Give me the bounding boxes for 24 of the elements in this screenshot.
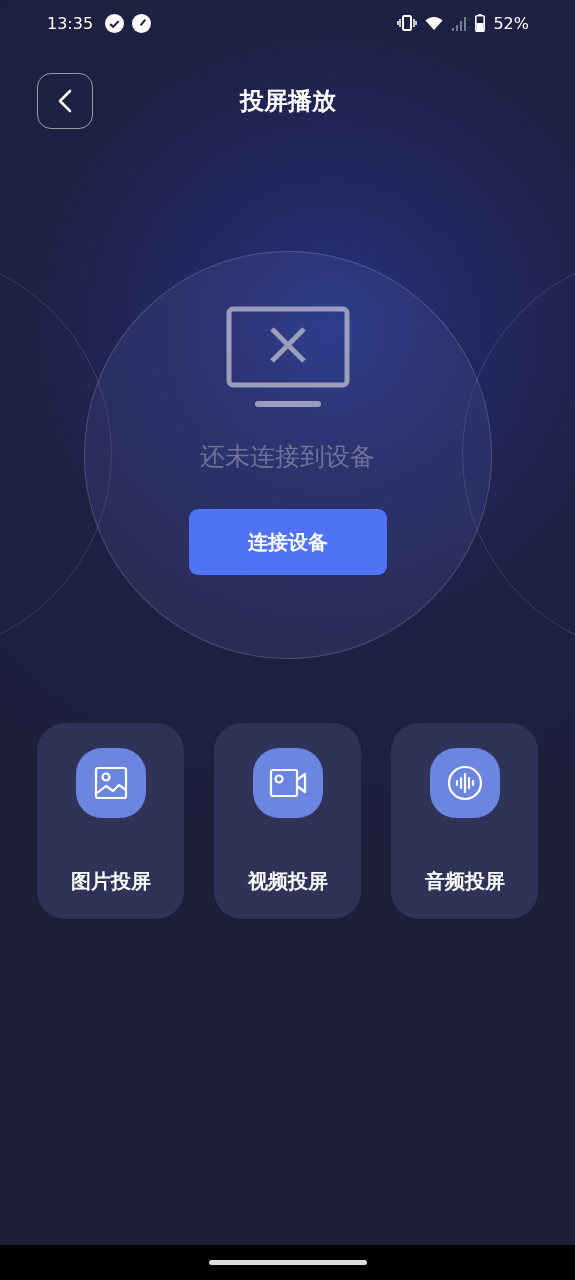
wifi-icon bbox=[425, 15, 444, 31]
battery-percent: 52% bbox=[493, 13, 529, 33]
home-handle[interactable] bbox=[208, 1260, 367, 1265]
battery-icon bbox=[475, 14, 486, 32]
back-icon bbox=[58, 89, 72, 113]
feature-card[interactable]: 视频投屏 bbox=[214, 723, 361, 919]
feature-label: 图片投屏 bbox=[70, 868, 151, 895]
vibrate-icon bbox=[397, 15, 418, 31]
signal-icon bbox=[451, 15, 468, 31]
status-time: 13:35 bbox=[47, 13, 94, 33]
feature-card[interactable]: 图片投屏 bbox=[37, 723, 184, 919]
audio-wave-icon bbox=[446, 765, 483, 801]
image-icon bbox=[93, 766, 128, 800]
connect-device-button[interactable]: 连接设备 bbox=[188, 509, 387, 575]
feature-label: 视频投屏 bbox=[247, 868, 328, 895]
speedometer-icon bbox=[132, 13, 152, 33]
video-camera-icon bbox=[268, 768, 307, 798]
feature-card[interactable]: 音频投屏 bbox=[391, 723, 538, 919]
status-message: 还未连接到设备 bbox=[200, 441, 375, 473]
feature-label: 音频投屏 bbox=[424, 868, 505, 895]
check-icon bbox=[105, 13, 125, 33]
tv-disconnected-icon bbox=[225, 306, 350, 410]
back-button[interactable] bbox=[37, 73, 93, 129]
page-title: 投屏播放 bbox=[239, 86, 336, 117]
